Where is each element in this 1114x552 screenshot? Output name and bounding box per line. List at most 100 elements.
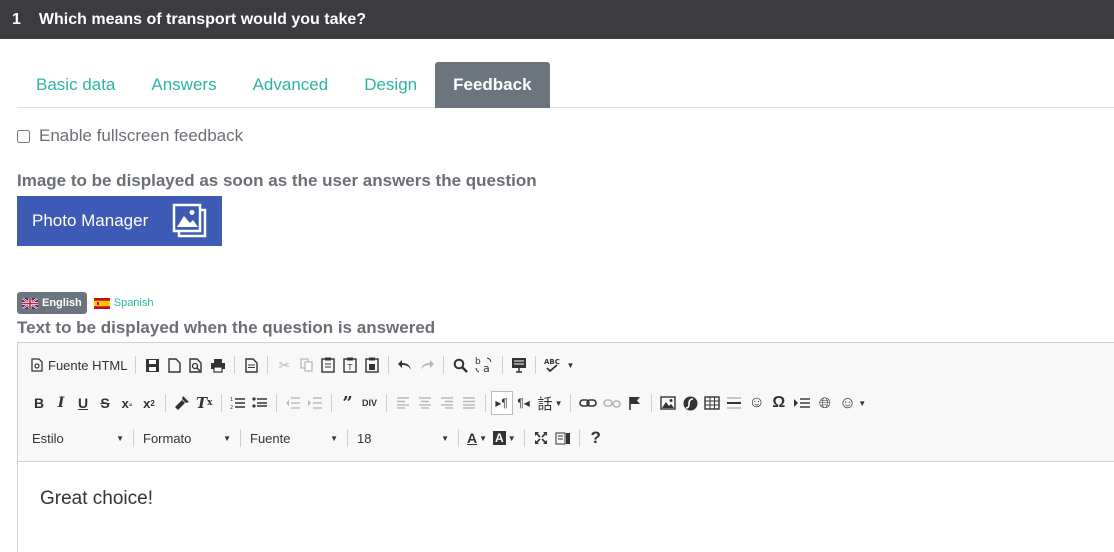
align-left-icon[interactable] <box>392 391 414 415</box>
language-icon[interactable]: 話 ▼ <box>535 391 566 415</box>
spellcheck-icon[interactable]: ABC ▼ <box>541 353 577 377</box>
preview-icon[interactable] <box>185 353 207 377</box>
save-icon[interactable] <box>141 353 163 377</box>
horizontal-rule-icon[interactable] <box>723 391 745 415</box>
toolbar-separator <box>570 394 572 412</box>
indent-icon[interactable] <box>304 391 326 415</box>
italic-button[interactable]: I <box>50 391 72 415</box>
text-color-button[interactable]: A ▼ <box>464 426 490 450</box>
background-color-icon: A <box>493 431 506 445</box>
print-icon[interactable] <box>207 353 229 377</box>
tab-advanced[interactable]: Advanced <box>235 62 347 108</box>
text-direction-ltr-icon[interactable]: ▸¶ <box>490 391 513 415</box>
remove-format-icon[interactable]: Tx <box>193 391 216 415</box>
anchor-flag-icon[interactable] <box>624 391 646 415</box>
undo-icon[interactable] <box>394 353 416 377</box>
language-english-label: English <box>42 297 82 309</box>
toolbar-separator <box>240 429 241 447</box>
outdent-icon[interactable] <box>282 391 304 415</box>
question-title: Which means of transport would you take? <box>38 10 367 28</box>
copy-format-icon[interactable] <box>171 391 193 415</box>
cut-icon[interactable]: ✂ <box>273 353 295 377</box>
toolbar-separator <box>651 394 653 412</box>
page-break-icon[interactable] <box>790 391 814 415</box>
tab-basic-data[interactable]: Basic data <box>17 62 133 108</box>
toolbar-separator <box>388 356 390 374</box>
photo-manager-button[interactable]: Photo Manager <box>17 196 222 246</box>
fullscreen-feedback-checkbox[interactable] <box>17 129 30 143</box>
language-english[interactable]: English <box>17 292 87 314</box>
superscript-button[interactable]: x2 <box>138 391 160 415</box>
svg-text:ABC: ABC <box>544 358 560 366</box>
toolbar-row-3: Estilo ▼ Formato ▼ Fuente ▼ 18 ▼ A▼ A▼ <box>28 425 607 451</box>
font-size-dropdown-label: 18 <box>357 430 372 446</box>
underline-button[interactable]: U <box>72 391 94 415</box>
strikethrough-button[interactable]: S <box>94 391 116 415</box>
uk-flag-icon <box>22 297 38 309</box>
toolbar-separator <box>385 394 387 412</box>
toolbar-separator <box>458 429 459 447</box>
create-div-icon[interactable]: DIV <box>359 391 381 415</box>
toolbar-separator <box>523 429 525 447</box>
subscript-button[interactable]: x₂ <box>116 391 138 415</box>
font-dropdown[interactable]: Fuente ▼ <box>246 426 342 450</box>
copy-icon[interactable] <box>295 353 317 377</box>
toolbar-separator <box>578 429 580 447</box>
text-direction-rtl-icon[interactable]: ¶◂ <box>513 391 535 415</box>
templates-icon[interactable] <box>240 353 262 377</box>
toolbar-separator <box>443 356 445 374</box>
show-blocks-icon[interactable] <box>552 426 574 450</box>
toolbar-separator <box>535 356 537 374</box>
tab-feedback[interactable]: Feedback <box>435 62 550 108</box>
question-number: 1 <box>12 10 21 28</box>
svg-text:2: 2 <box>230 405 233 410</box>
flash-icon[interactable] <box>679 391 701 415</box>
special-char-icon[interactable]: Ω <box>768 391 790 415</box>
unlink-icon[interactable] <box>600 391 624 415</box>
paste-word-icon[interactable] <box>361 353 383 377</box>
numbered-list-icon[interactable]: 12 <box>227 391 249 415</box>
font-dropdown-label: Fuente <box>250 430 291 446</box>
source-html-button[interactable]: Fuente HTML <box>28 353 130 377</box>
background-color-button[interactable]: A ▼ <box>490 426 519 450</box>
select-all-icon[interactable] <box>508 353 530 377</box>
font-size-dropdown[interactable]: 18 ▼ <box>353 426 453 450</box>
align-center-icon[interactable] <box>414 391 436 415</box>
find-icon[interactable] <box>449 353 471 377</box>
fullscreen-feedback-option[interactable]: Enable fullscreen feedback <box>17 126 243 146</box>
toolbar-separator <box>267 356 269 374</box>
paste-icon[interactable] <box>317 353 339 377</box>
maximize-icon[interactable] <box>530 426 552 450</box>
paste-text-icon[interactable]: T <box>339 353 361 377</box>
spain-flag-icon <box>93 297 110 309</box>
tab-answers[interactable]: Answers <box>133 62 234 108</box>
photo-manager-label: Photo Manager <box>32 211 149 230</box>
toolbar-separator <box>502 356 504 374</box>
new-page-icon[interactable] <box>163 353 185 377</box>
editor-content-area[interactable]: Great choice! <box>18 462 1114 536</box>
style-dropdown[interactable]: Estilo ▼ <box>28 426 128 450</box>
blockquote-icon[interactable]: ” <box>337 391 359 415</box>
source-html-label: Fuente HTML <box>48 357 128 373</box>
emoji-icon[interactable]: ☺ ▼ <box>836 391 869 415</box>
link-icon[interactable] <box>576 391 600 415</box>
format-dropdown[interactable]: Formato ▼ <box>139 426 235 450</box>
redo-icon[interactable] <box>416 353 438 377</box>
toolbar-separator <box>330 394 332 412</box>
iframe-globe-icon[interactable]: 🌐︎ <box>814 391 836 415</box>
bullet-list-icon[interactable] <box>249 391 271 415</box>
table-icon[interactable] <box>701 391 723 415</box>
fullscreen-feedback-label: Enable fullscreen feedback <box>39 126 244 145</box>
image-icon[interactable] <box>657 391 679 415</box>
justify-icon[interactable] <box>458 391 480 415</box>
bold-button[interactable]: B <box>28 391 50 415</box>
language-spanish[interactable]: Spanish <box>89 292 159 314</box>
replace-icon[interactable]: ba <box>471 353 497 377</box>
language-switcher: English Spanish <box>17 292 159 314</box>
toolbar-row-2: B I U S x₂ x2 Tx 12 ” DIV ▸¶ ¶◂ 話 ▼ ☺ Ω … <box>28 390 869 416</box>
chevron-down-icon: ▼ <box>330 433 338 443</box>
tab-design[interactable]: Design <box>346 62 435 108</box>
align-right-icon[interactable] <box>436 391 458 415</box>
help-icon[interactable]: ? <box>585 426 607 450</box>
smiley-icon[interactable]: ☺ <box>745 391 767 415</box>
